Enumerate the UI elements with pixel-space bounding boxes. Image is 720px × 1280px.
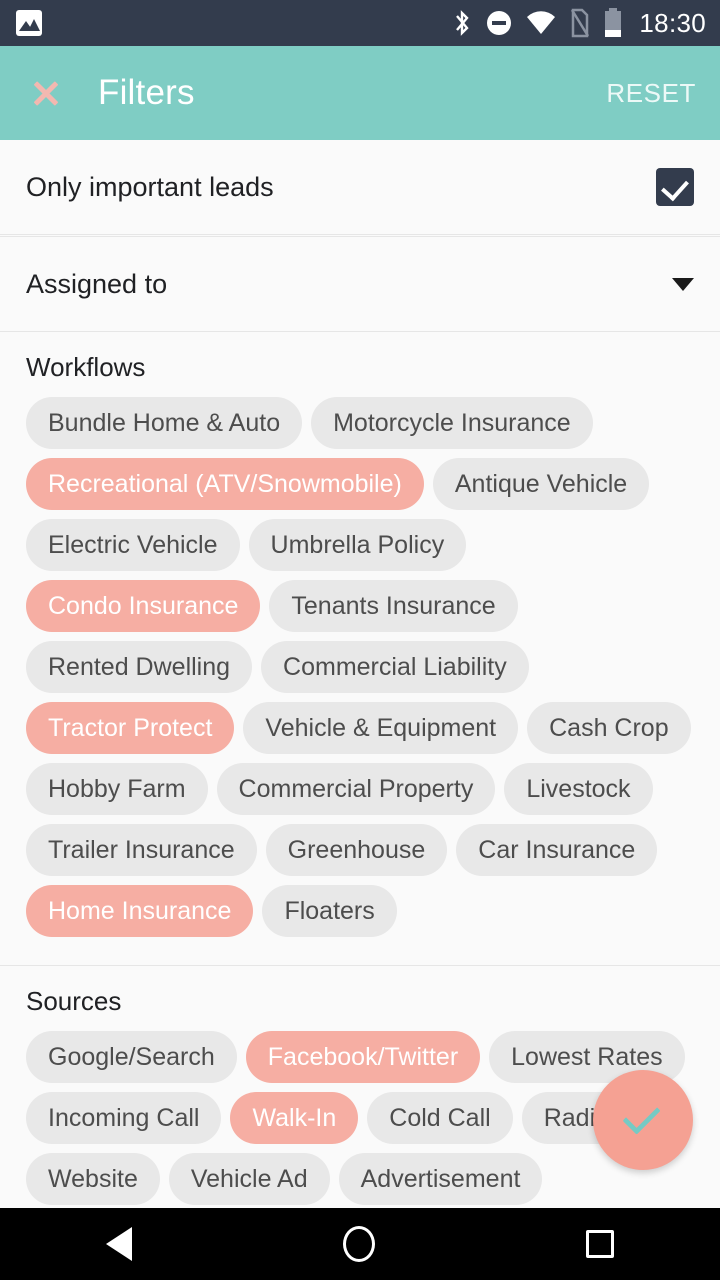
filters-content: Only important leads Assigned to Workflo… [0,140,720,1208]
workflow-chip[interactable]: Floaters [262,885,397,937]
close-icon[interactable] [24,71,68,115]
source-chip[interactable]: Incoming Call [26,1092,222,1144]
workflow-chip[interactable]: Vehicle & Equipment [243,702,519,754]
workflows-section: Workflows Bundle Home & Auto Motorcycle I… [0,332,720,943]
workflow-chip[interactable]: Motorcycle Insurance [311,397,593,449]
wifi-icon [527,11,556,34]
workflows-chip-group: Bundle Home & Auto Motorcycle Insurance Re… [26,397,694,937]
status-bar-system-icons: 18:30 [452,8,706,39]
source-chip[interactable]: Google/Search [26,1031,237,1083]
android-nav-bar [0,1208,720,1280]
check-icon [622,1096,661,1135]
workflow-chip[interactable]: Recreational (ATV/Snowmobile) [26,458,424,510]
workflow-chip[interactable]: Antique Vehicle [432,458,650,510]
bluetooth-icon [456,10,470,36]
reset-button[interactable]: RESET [606,78,696,109]
source-chip[interactable]: Website [26,1153,160,1205]
workflow-chip[interactable]: Car Insurance [456,824,658,876]
workflow-chip[interactable]: Tenants Insurance [269,580,518,632]
only-important-leads-row[interactable]: Only important leads [0,140,720,235]
workflow-chip[interactable]: Condo Insurance [26,580,261,632]
page-title: Filters [98,73,195,112]
status-bar: 18:30 [0,0,720,46]
assigned-to-dropdown[interactable]: Assigned to [0,236,720,332]
workflow-chip[interactable]: Trailer Insurance [26,824,257,876]
workflows-title: Workflows [26,352,146,382]
apply-filters-button[interactable] [593,1070,693,1170]
workflow-chip[interactable]: Bundle Home & Auto [26,397,303,449]
workflow-chip[interactable]: Livestock [504,763,653,815]
source-chip[interactable]: Walk-In [230,1092,359,1144]
status-bar-clock: 18:30 [639,7,706,38]
assigned-to-label: Assigned to [26,268,168,299]
workflow-chip[interactable]: Commercial Property [216,763,496,815]
source-chip[interactable]: Advertisement [338,1153,543,1205]
image-notification-icon [16,10,42,36]
app-header: Filters RESET [0,46,720,140]
only-important-leads-checkbox[interactable] [656,168,694,206]
status-bar-notifications [16,10,42,36]
workflow-chip[interactable]: Tractor Protect [26,702,235,754]
do-not-disturb-icon [487,11,512,35]
home-icon[interactable] [342,1226,375,1262]
source-chip[interactable]: Facebook/Twitter [245,1031,481,1083]
workflow-chip[interactable]: Home Insurance [26,885,254,937]
workflow-chip[interactable]: Umbrella Policy [248,519,467,571]
workflow-chip[interactable]: Cash Crop [527,702,691,754]
only-important-leads-label: Only important leads [26,171,274,202]
source-chip[interactable]: Cold Call [367,1092,513,1144]
workflow-chip[interactable]: Commercial Liability [261,641,529,693]
filters-screen: 18:30 Filters RESET Only important leads… [0,0,720,1280]
back-icon[interactable] [105,1227,132,1261]
workflow-chip[interactable]: Greenhouse [265,824,448,876]
chevron-down-icon [672,277,694,291]
source-chip[interactable]: Vehicle Ad [168,1153,330,1205]
workflow-chip[interactable]: Rented Dwelling [26,641,253,693]
workflow-chip[interactable]: Hobby Farm [26,763,208,815]
sources-title: Sources [26,986,122,1016]
recents-icon[interactable] [586,1230,615,1258]
no-sim-icon [571,8,590,38]
battery-icon [605,8,622,37]
workflow-chip[interactable]: Electric Vehicle [26,519,240,571]
